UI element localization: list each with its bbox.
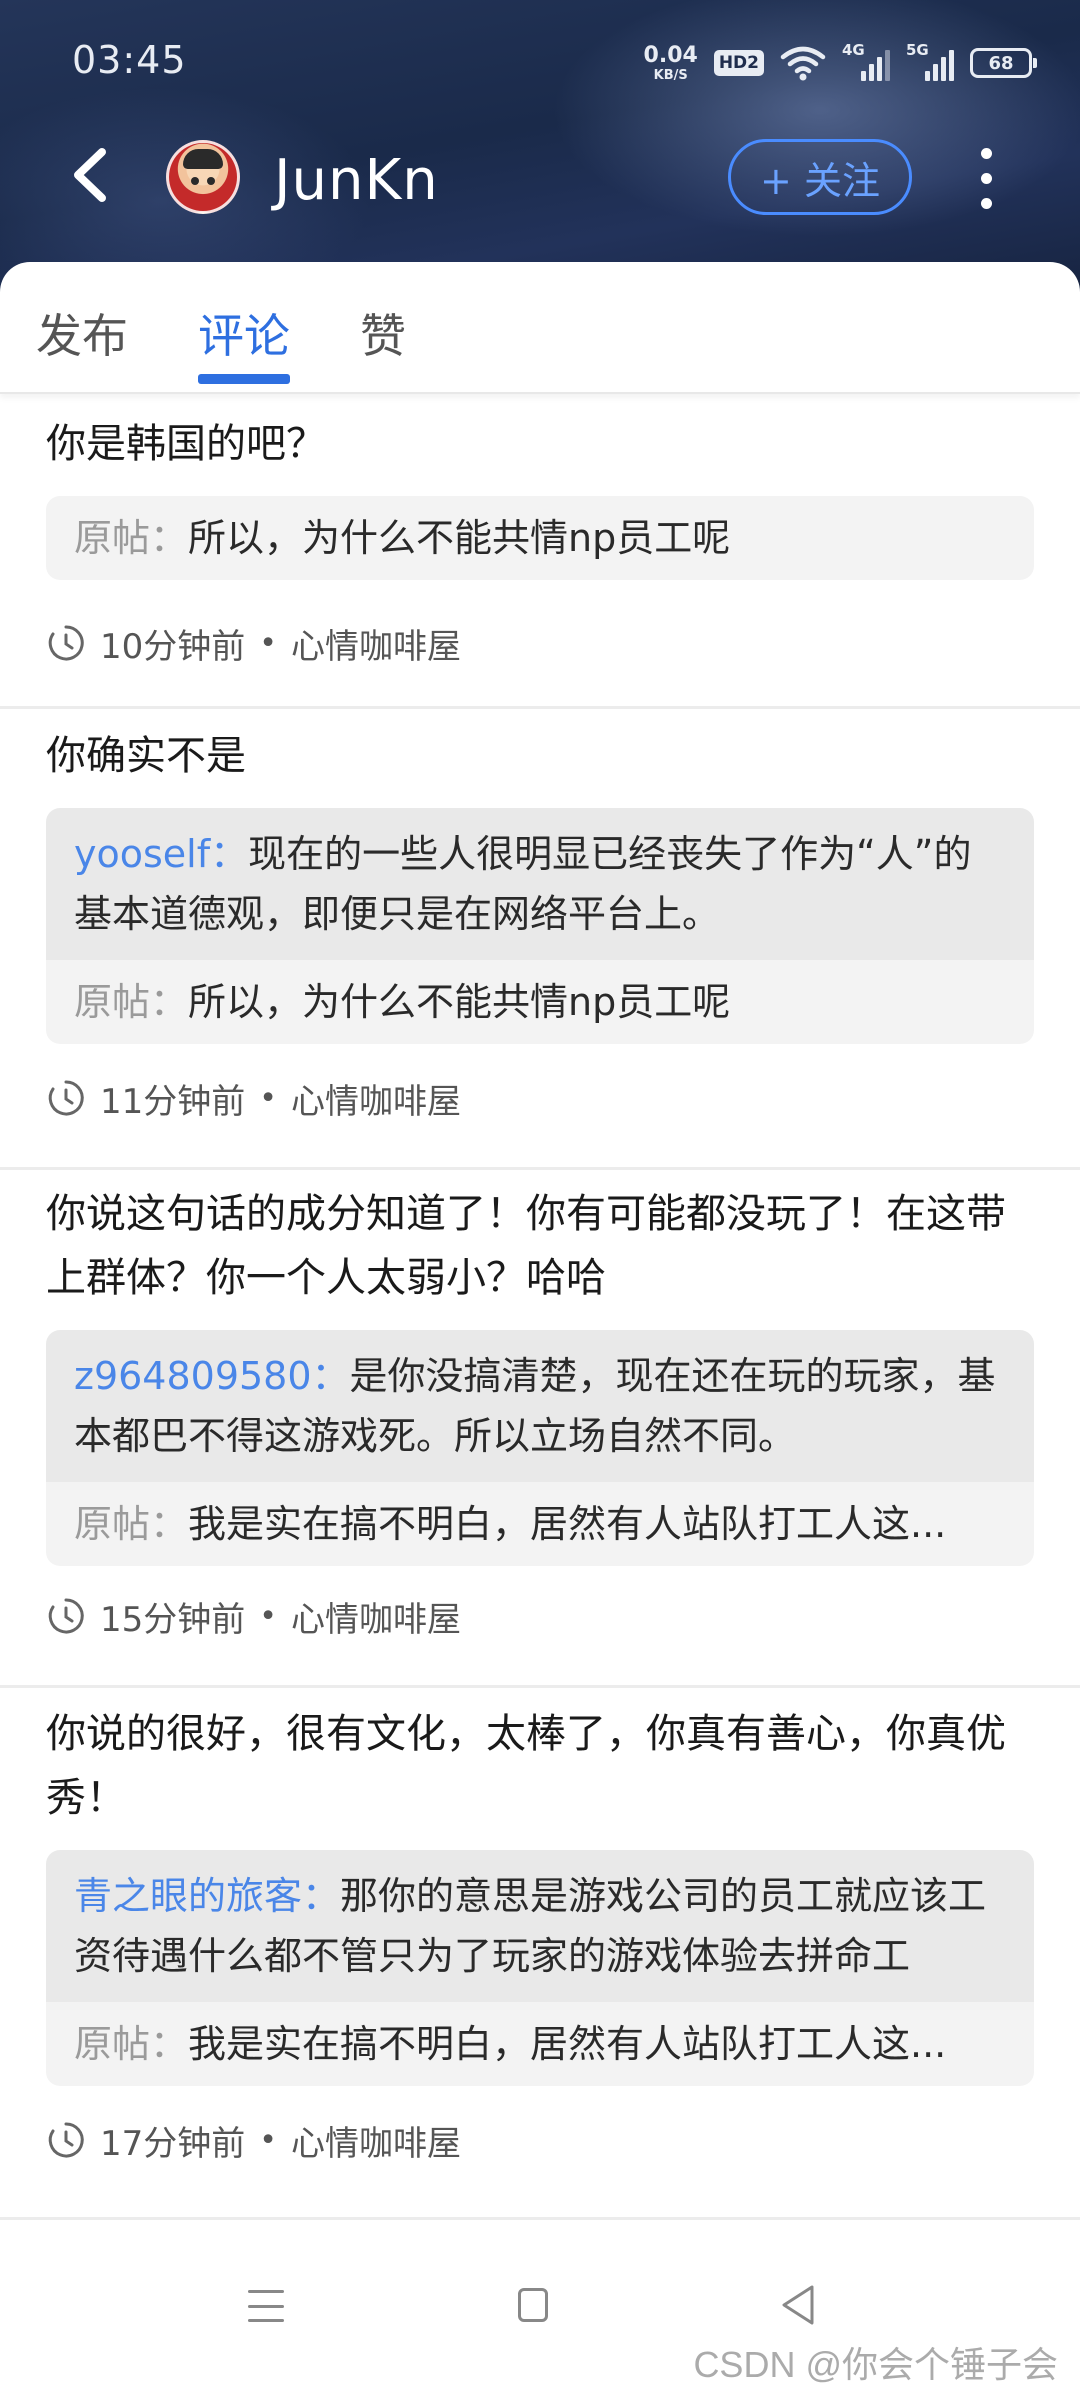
- profile-username: JunKn: [274, 148, 439, 213]
- clock-icon: [48, 1598, 84, 1634]
- content-card: 发布 评论 赞 你是韩国的吧？ 原帖：所以，为什么不能共情np员工呢 10分钟前…: [0, 262, 1080, 2375]
- comment-time: 11分钟前: [100, 1081, 246, 1122]
- hd-voice-icon: HD2: [713, 50, 764, 76]
- quote-box[interactable]: 原帖：所以，为什么不能共情np员工呢: [46, 496, 1034, 580]
- quote-box[interactable]: 青之眼的旅客：那你的意思是游戏公司的员工就应该工资待遇什么都不管只为了玩家的游戏…: [46, 1850, 1034, 2086]
- clock-icon: [48, 1080, 84, 1116]
- original-post-label: 原帖：: [74, 980, 189, 1024]
- original-post-text: 我是实在搞不明白，居然有人站队打工人这...: [188, 1502, 947, 1546]
- tab-posts[interactable]: 发布: [36, 300, 128, 366]
- original-post-text: 我是实在搞不明白，居然有人站队打工人这...: [188, 2022, 947, 2066]
- original-post-text: 所以，为什么不能共情np员工呢: [188, 980, 731, 1024]
- comment-meta: 11分钟前 • 心情咖啡屋: [46, 1074, 461, 1122]
- comment-board[interactable]: 心情咖啡屋: [291, 1592, 461, 1641]
- divider: [0, 706, 1080, 709]
- comment-time: 15分钟前: [100, 1599, 246, 1640]
- battery-level: 68: [988, 52, 1014, 74]
- meta-separator: •: [259, 1598, 277, 1634]
- status-time: 03:45: [72, 38, 187, 82]
- comment-text: 你说的很好，很有文化，太棒了，你真有善心，你真优秀！: [46, 1711, 1006, 1821]
- comment-board[interactable]: 心情咖啡屋: [291, 619, 461, 668]
- home-icon[interactable]: [518, 2288, 548, 2322]
- original-post-text: 所以，为什么不能共情np员工呢: [188, 516, 731, 560]
- more-options-icon[interactable]: [966, 140, 1006, 216]
- original-post-quote[interactable]: 原帖：所以，为什么不能共情np员工呢: [46, 960, 1034, 1044]
- comment-meta: 15分钟前 • 心情咖啡屋: [46, 1592, 461, 1640]
- original-post-label: 原帖：: [74, 516, 189, 560]
- status-bar: 03:45 0.04 KB/S HD2 4G 5G 68: [0, 0, 1080, 120]
- original-post-label: 原帖：: [74, 1502, 189, 1546]
- comment-board[interactable]: 心情咖啡屋: [291, 2116, 461, 2165]
- reply-username[interactable]: z964809580：: [74, 1354, 350, 1398]
- watermark: CSDN @你会个锤子会: [693, 2344, 1058, 2385]
- reply-quote[interactable]: 青之眼的旅客：那你的意思是游戏公司的员工就应该工资待遇什么都不管只为了玩家的游戏…: [46, 1850, 1034, 2002]
- battery-icon: 68: [970, 48, 1037, 78]
- reply-quote[interactable]: yooself：现在的一些人很明显已经丧失了作为“人”的基本道德观，即便只是在网…: [46, 808, 1034, 960]
- active-tab-indicator: [198, 374, 290, 384]
- comment-text: 你是韩国的吧？: [46, 421, 326, 467]
- network-speed-value: 0.04: [643, 42, 698, 68]
- original-post-quote[interactable]: 原帖：所以，为什么不能共情np员工呢: [46, 496, 1034, 580]
- signal-5g-icon: 5G: [906, 41, 954, 83]
- divider: [0, 2217, 1080, 2220]
- divider: [0, 1685, 1080, 1688]
- avatar[interactable]: [166, 140, 240, 214]
- comment-time: 10分钟前: [100, 626, 246, 667]
- original-post-quote[interactable]: 原帖：我是实在搞不明白，居然有人站队打工人这...: [46, 1482, 1034, 1566]
- back-triangle-icon[interactable]: [778, 2282, 818, 2328]
- comment-time: 17分钟前: [100, 2123, 246, 2164]
- original-post-label: 原帖：: [74, 2022, 189, 2066]
- reply-quote[interactable]: z964809580：是你没搞清楚，现在还在玩的玩家，基本都巴不得这游戏死。所以…: [46, 1330, 1034, 1482]
- comment-meta: 17分钟前 • 心情咖啡屋: [46, 2116, 461, 2164]
- meta-separator: •: [259, 2122, 277, 2158]
- comment-board[interactable]: 心情咖啡屋: [291, 1074, 461, 1123]
- quote-box[interactable]: yooself：现在的一些人很明显已经丧失了作为“人”的基本道德观，即便只是在网…: [46, 808, 1034, 1044]
- meta-separator: •: [259, 625, 277, 661]
- status-icons: 0.04 KB/S HD2 4G 5G 68: [643, 40, 1037, 86]
- comment-meta: 10分钟前 • 心情咖啡屋: [46, 619, 461, 667]
- wifi-icon: [780, 46, 826, 81]
- recent-apps-icon[interactable]: [248, 2290, 284, 2322]
- meta-separator: •: [259, 1080, 277, 1116]
- follow-button[interactable]: + 关注: [728, 139, 912, 215]
- quote-box[interactable]: z964809580：是你没搞清楚，现在还在玩的玩家，基本都巴不得这游戏死。所以…: [46, 1330, 1034, 1566]
- reply-username[interactable]: yooself：: [74, 832, 248, 876]
- clock-icon: [48, 625, 84, 661]
- comment-text: 你确实不是: [46, 733, 246, 779]
- network-speed: 0.04 KB/S: [643, 42, 698, 83]
- network-speed-unit: KB/S: [653, 67, 688, 83]
- original-post-quote[interactable]: 原帖：我是实在搞不明白，居然有人站队打工人这...: [46, 2002, 1034, 2086]
- back-arrow-icon[interactable]: [62, 140, 122, 210]
- comment-text: 你说这句话的成分知道了！你有可能都没玩了！在这带上群体？你一个人太弱小？哈哈: [46, 1191, 1006, 1301]
- tab-likes[interactable]: 赞: [360, 300, 406, 366]
- signal-4g-icon: 4G: [842, 41, 890, 83]
- tab-comments[interactable]: 评论: [198, 300, 290, 366]
- divider: [0, 1167, 1080, 1170]
- clock-icon: [48, 2122, 84, 2158]
- reply-username[interactable]: 青之眼的旅客：: [74, 1874, 340, 1918]
- tab-bar: 发布 评论 赞: [0, 262, 1080, 394]
